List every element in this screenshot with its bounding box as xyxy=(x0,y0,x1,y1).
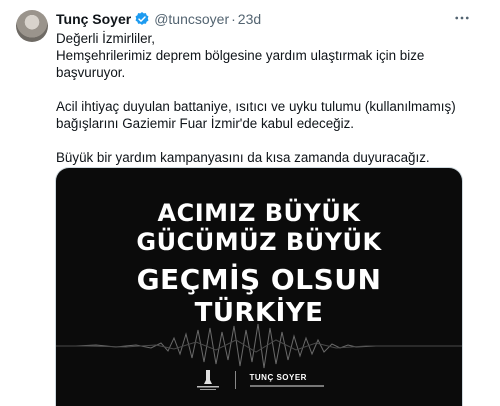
logo-divider xyxy=(234,371,236,389)
media-logos: TUNÇ SOYER xyxy=(56,368,462,392)
tweet-line: Hemşehrilerimiz deprem bölgesine yardım … xyxy=(56,48,425,63)
header-separator: · xyxy=(231,11,236,27)
tweet-line: başvuruyor. xyxy=(56,65,126,80)
tweet-text: Değerli İzmirliler, Hemşehrilerimiz depr… xyxy=(56,30,466,166)
ellipsis-icon[interactable] xyxy=(450,8,474,28)
author-handle[interactable]: @tuncsoyer xyxy=(154,11,229,27)
author-name[interactable]: Tunç Soyer xyxy=(56,11,131,27)
tweet-line: Acil ihtiyaç duyulan battaniye, ısıtıcı … xyxy=(56,99,456,114)
tweet-timestamp[interactable]: 23d xyxy=(238,11,261,27)
tweet-line: Büyük bir yardım kampanyasını da kısa za… xyxy=(56,150,430,165)
verified-badge-icon xyxy=(134,11,150,27)
tweet-media-image[interactable]: ACIMIZ BÜYÜK GÜCÜMÜZ BÜYÜK GEÇMİŞ OLSUN … xyxy=(55,167,463,406)
media-headline-2: GÜCÜMÜZ BÜYÜK xyxy=(136,228,382,256)
tweet-header: Tunç Soyer @tuncsoyer · 23d xyxy=(56,9,460,29)
avatar[interactable] xyxy=(16,10,48,42)
soundwave-graphic xyxy=(56,323,462,369)
media-headline-1: ACIMIZ BÜYÜK xyxy=(157,199,361,227)
tweet-line: Değerli İzmirliler, xyxy=(56,31,155,46)
media-headline-3: GEÇMİŞ OLSUN xyxy=(136,263,382,296)
tweet-line: bağışlarını Gaziemir Fuar İzmir'de kabul… xyxy=(56,116,355,131)
logo-name: TUNÇ SOYER xyxy=(249,373,307,382)
tunc-soyer-logo: TUNÇ SOYER xyxy=(249,373,324,387)
municipality-logo xyxy=(195,369,221,391)
